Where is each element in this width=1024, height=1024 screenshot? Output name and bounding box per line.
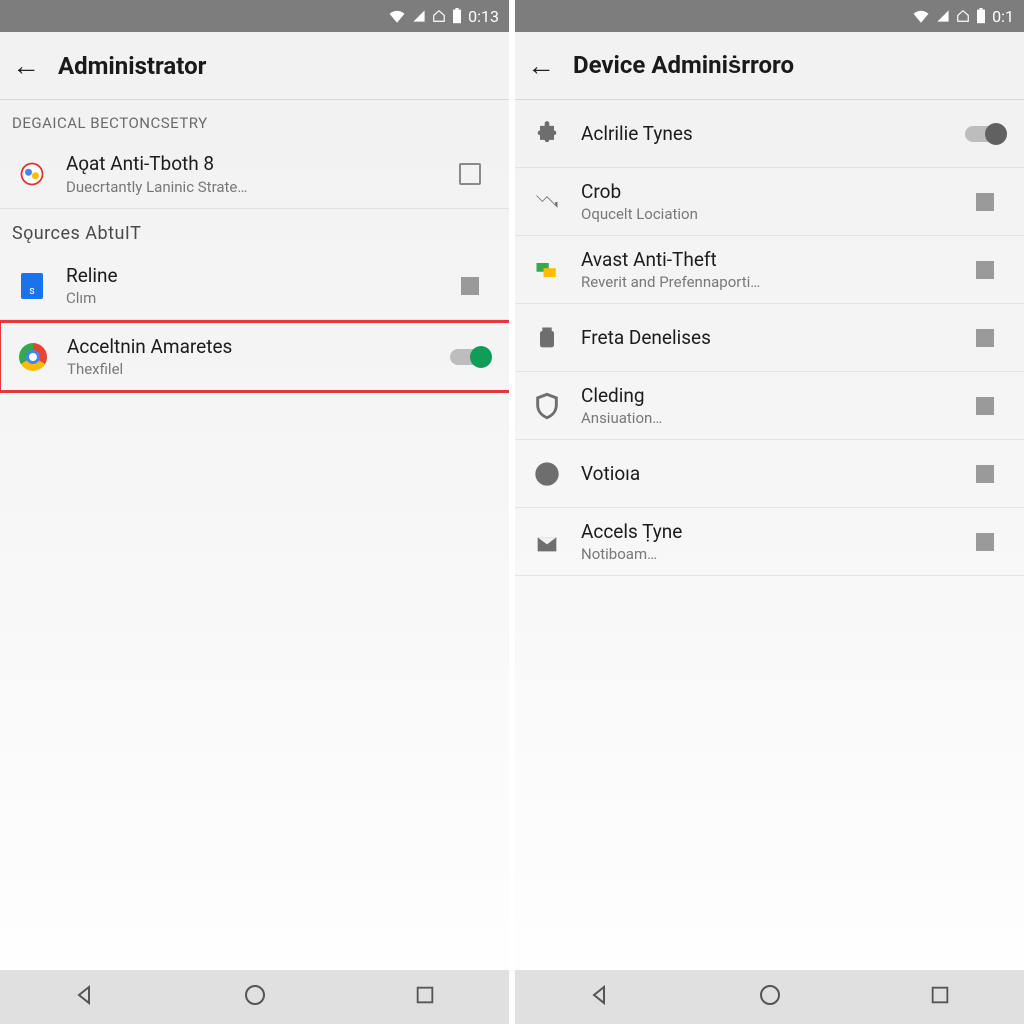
battery-icon [976, 8, 986, 24]
item-title: Avast Anti-Theft [581, 248, 944, 271]
inbox-icon [529, 524, 565, 560]
avast-icon [14, 156, 50, 192]
item-title: Acceltnin Amaretes [67, 335, 429, 358]
item-title: Votioıa [581, 462, 944, 485]
checkbox[interactable] [960, 465, 1010, 483]
item-title: Crob [581, 180, 944, 203]
screen-left: 0:13 ← Administrator DEGAICAL BECTONCSET… [0, 0, 509, 1024]
page-title: Administrator [58, 52, 206, 80]
back-icon[interactable]: ← [527, 49, 555, 82]
list-item-reline[interactable]: s Reline Clım [0, 252, 509, 320]
list-item-avast-antitheft[interactable]: Avast Anti-Theft Reverit and Prefennapor… [515, 236, 1024, 304]
battery-icon [452, 8, 462, 24]
toggle[interactable] [960, 126, 1010, 142]
wifi-icon [388, 9, 406, 23]
item-subtitle: Duecrtantly Laninic Strate… [66, 178, 429, 196]
shield-icon [529, 388, 565, 424]
home-icon [432, 9, 446, 23]
status-bar: 0:13 [0, 0, 509, 32]
nav-bar [0, 970, 509, 1024]
list-item-cleding[interactable]: Cleding Ansiuation… [515, 372, 1024, 440]
nav-recent-icon[interactable] [414, 984, 436, 1010]
header: ← Administrator [0, 32, 509, 100]
item-subtitle: Ansiuation… [581, 409, 944, 427]
item-title: Aǫat Anti-Tbοth 8 [66, 152, 429, 176]
status-bar: 0:1 [515, 0, 1024, 32]
checkbox[interactable] [445, 163, 495, 185]
check-arrow-icon [529, 184, 565, 220]
wifi-icon [912, 9, 930, 23]
nav-bar [515, 970, 1024, 1024]
avast-color-icon [529, 252, 565, 288]
section-label-2: Sǫurces AbtuIT [0, 209, 509, 252]
list-item-freta[interactable]: Freta Denelises [515, 304, 1024, 372]
checkbox[interactable] [960, 397, 1010, 415]
puzzle-icon [529, 116, 565, 152]
checkbox[interactable] [960, 193, 1010, 211]
status-time: 0:13 [468, 7, 499, 26]
home-icon [956, 9, 970, 23]
nav-home-icon[interactable] [758, 983, 782, 1011]
item-subtitle: Notiboam… [581, 545, 944, 563]
item-subtitle: Clım [66, 289, 429, 307]
page-title: Device Adminiṡrroro [573, 51, 794, 80]
doc-icon: s [14, 268, 50, 304]
list-item-accels[interactable]: Accels Ṭyne Notiboam… [515, 508, 1024, 576]
item-title: Freta Denelises [581, 326, 944, 349]
nav-home-icon[interactable] [243, 983, 267, 1011]
nav-back-icon[interactable] [73, 983, 97, 1011]
item-title: Accels Ṭyne [581, 520, 944, 543]
signal-icon [936, 9, 950, 23]
back-icon[interactable]: ← [12, 49, 40, 82]
list-item-avast[interactable]: Aǫat Anti-Tbοth 8 Duecrtantly Laninic St… [0, 140, 509, 209]
nav-back-icon[interactable] [588, 983, 612, 1011]
item-subtitle: Thexfilel [67, 360, 429, 378]
header: ← Device Adminiṡrroro [515, 32, 1024, 100]
checkbox[interactable] [960, 261, 1010, 279]
item-title: Cleding [581, 384, 944, 407]
target-icon [529, 456, 565, 492]
item-title: Reline [66, 264, 429, 287]
screen-right: 0:1 ← Device Adminiṡrroro Aclrilie Tynes… [515, 0, 1024, 1024]
item-subtitle: Reverit and Prefennaporti… [581, 273, 944, 291]
jar-icon [529, 320, 565, 356]
section-label-1: DEGAICAL BECTONCSETRY [0, 100, 509, 140]
item-title: Aclrilie Tynes [581, 122, 944, 145]
chrome-icon [15, 339, 51, 375]
status-time: 0:1 [992, 7, 1014, 26]
checkbox[interactable] [445, 277, 495, 295]
item-subtitle: Oqucelt Lociation [581, 205, 944, 223]
signal-icon [412, 9, 426, 23]
nav-recent-icon[interactable] [929, 984, 951, 1010]
list-item-votiora[interactable]: Votioıa [515, 440, 1024, 508]
checkbox[interactable] [960, 329, 1010, 347]
list-item-acceltn-highlighted[interactable]: Acceltnin Amaretes Thexfilel [0, 320, 509, 393]
list-item-aclrilie[interactable]: Aclrilie Tynes [515, 100, 1024, 168]
checkbox[interactable] [960, 533, 1010, 551]
toggle[interactable] [445, 349, 495, 365]
list-item-crob[interactable]: Crob Oqucelt Lociation [515, 168, 1024, 236]
